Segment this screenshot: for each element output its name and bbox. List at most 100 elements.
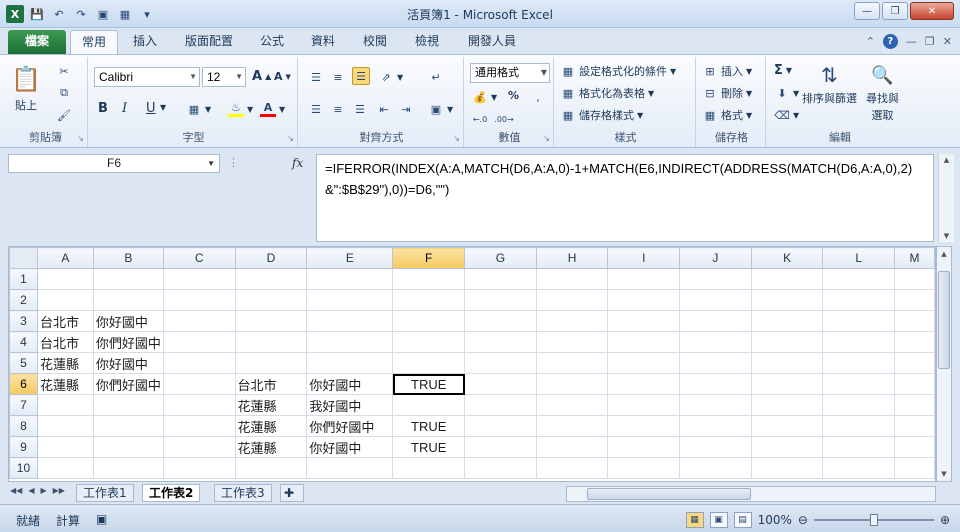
cell-e3[interactable] xyxy=(306,310,394,332)
cell-d5[interactable] xyxy=(234,352,308,374)
column-header-g[interactable]: G xyxy=(464,247,537,269)
cell-e2[interactable] xyxy=(306,289,394,311)
zoom-level[interactable]: 100% xyxy=(758,513,792,527)
cell-a6[interactable]: 花蓮縣 xyxy=(36,373,94,395)
cell-i10[interactable] xyxy=(607,457,681,479)
help-icon[interactable]: ? xyxy=(882,34,898,49)
cell-d8[interactable]: 花蓮縣 xyxy=(234,415,308,437)
cell-f10[interactable] xyxy=(392,457,466,479)
number-format-combo[interactable]: 通用格式 ▼ xyxy=(470,63,550,83)
normal-view-icon[interactable]: ▦ xyxy=(685,512,704,528)
cell-e8[interactable]: 你們好國中 xyxy=(306,415,394,437)
clipboard-launcher-icon[interactable]: ↘ xyxy=(77,134,84,143)
select-all-corner[interactable] xyxy=(9,247,38,269)
row-header[interactable]: 3 xyxy=(9,310,38,332)
cell-f3[interactable] xyxy=(392,310,466,332)
cell-f6[interactable]: TRUE xyxy=(392,373,466,395)
cell-g10[interactable] xyxy=(464,457,537,479)
cell-b7[interactable] xyxy=(92,394,164,416)
delete-cells-button[interactable]: ⊟ 刪除 ▼ xyxy=(702,85,752,101)
font-launcher-icon[interactable]: ↘ xyxy=(287,134,294,143)
align-middle-button[interactable]: ≡ xyxy=(330,69,346,85)
cell-b6[interactable]: 你們好國中 xyxy=(92,373,164,395)
accounting-format-button[interactable]: 💰 ▼ xyxy=(472,89,497,105)
cell-k8[interactable] xyxy=(750,415,824,437)
align-left-button[interactable]: ☰ xyxy=(308,101,324,117)
cell-c10[interactable] xyxy=(162,457,236,479)
cell-h3[interactable] xyxy=(535,310,609,332)
cell-l8[interactable] xyxy=(822,415,896,437)
cell-j7[interactable] xyxy=(679,394,752,416)
cell-j3[interactable] xyxy=(679,310,752,332)
cell-i5[interactable] xyxy=(607,352,681,374)
cell-m1[interactable] xyxy=(894,268,935,290)
cell-i1[interactable] xyxy=(607,268,681,290)
conditional-formatting-button[interactable]: ▦ 設定格式化的條件 ▼ xyxy=(560,63,676,79)
name-box[interactable]: F6 ▼ xyxy=(8,154,220,173)
formula-bar-resize-handle[interactable]: ⋮ xyxy=(228,156,239,169)
column-header-k[interactable]: K xyxy=(750,247,824,269)
cell-i9[interactable] xyxy=(607,436,681,458)
underline-dropdown-icon[interactable]: ▼ xyxy=(160,103,166,112)
zoom-slider[interactable] xyxy=(813,514,934,526)
alignment-launcher-icon[interactable]: ↘ xyxy=(453,134,460,143)
cell-m8[interactable] xyxy=(894,415,935,437)
cell-c4[interactable] xyxy=(162,331,236,353)
sheet-tab-3[interactable]: 工作表3 xyxy=(214,484,272,502)
cell-l4[interactable] xyxy=(822,331,896,353)
collapse-ribbon-icon[interactable]: ⌃ xyxy=(866,35,875,48)
cell-l7[interactable] xyxy=(822,394,896,416)
cell-k5[interactable] xyxy=(750,352,824,374)
cell-j9[interactable] xyxy=(679,436,752,458)
decrease-indent-button[interactable]: ⇤ xyxy=(376,101,392,117)
first-sheet-icon[interactable]: ◀◀ xyxy=(10,486,22,495)
cell-f2[interactable] xyxy=(392,289,466,311)
cell-l1[interactable] xyxy=(822,268,896,290)
cell-i3[interactable] xyxy=(607,310,681,332)
cell-h1[interactable] xyxy=(535,268,609,290)
cell-m4[interactable] xyxy=(894,331,935,353)
paste-button[interactable]: 📋 貼上 xyxy=(11,63,41,113)
cell-l6[interactable] xyxy=(822,373,896,395)
cell-j1[interactable] xyxy=(679,268,752,290)
cell-f4[interactable] xyxy=(392,331,466,353)
increase-indent-button[interactable]: ⇥ xyxy=(398,101,414,117)
cell-a5[interactable]: 花蓮縣 xyxy=(36,352,94,374)
cell-g9[interactable] xyxy=(464,436,537,458)
worksheet-grid[interactable]: ABCDEFGHIJKLM 1 2 3 台北市 你好國中 4 台北市 你們好國中 5 花蓮縣 你好國… xyxy=(8,246,936,482)
page-layout-view-icon[interactable]: ▣ xyxy=(709,512,728,528)
horizontal-scrollbar[interactable] xyxy=(566,486,936,502)
cell-a2[interactable] xyxy=(36,289,94,311)
cell-c2[interactable] xyxy=(162,289,236,311)
vertical-scroll-thumb[interactable] xyxy=(938,271,950,369)
prev-sheet-icon[interactable]: ◀ xyxy=(28,486,34,495)
cell-c9[interactable] xyxy=(162,436,236,458)
cell-f1[interactable] xyxy=(392,268,466,290)
cell-g8[interactable] xyxy=(464,415,537,437)
cell-g3[interactable] xyxy=(464,310,537,332)
format-as-table-button[interactable]: ▦ 格式化為表格 ▼ xyxy=(560,85,654,101)
column-header-e[interactable]: E xyxy=(306,247,394,269)
borders-button[interactable]: ▦ ▼ xyxy=(186,101,211,117)
increase-decimal-button[interactable]: ←.0 xyxy=(472,111,488,127)
cell-m6[interactable] xyxy=(894,373,935,395)
cell-h9[interactable] xyxy=(535,436,609,458)
cell-i7[interactable] xyxy=(607,394,681,416)
tab-review[interactable]: 校閱 xyxy=(352,30,398,54)
column-header-h[interactable]: H xyxy=(535,247,609,269)
doc-close-icon[interactable]: ✕ xyxy=(943,35,952,48)
zoom-out-icon[interactable]: ⊖ xyxy=(798,513,808,527)
restore-button[interactable]: ❐ xyxy=(882,2,908,20)
column-header-m[interactable]: M xyxy=(894,247,935,269)
cell-b2[interactable] xyxy=(92,289,164,311)
find-select-button[interactable]: 🔍 尋找與 選取 xyxy=(866,61,899,123)
clear-button[interactable]: ⌫ ▼ xyxy=(774,107,799,123)
next-sheet-icon[interactable]: ▶ xyxy=(40,486,46,495)
fill-button[interactable]: ⬇ ▼ xyxy=(774,85,799,101)
sheet-tab-1[interactable]: 工作表1 xyxy=(76,484,134,502)
cell-b9[interactable] xyxy=(92,436,164,458)
row-header[interactable]: 8 xyxy=(9,415,38,437)
cell-b4[interactable]: 你們好國中 xyxy=(92,331,164,353)
cell-m10[interactable] xyxy=(894,457,935,479)
align-right-button[interactable]: ☰ xyxy=(352,101,368,117)
